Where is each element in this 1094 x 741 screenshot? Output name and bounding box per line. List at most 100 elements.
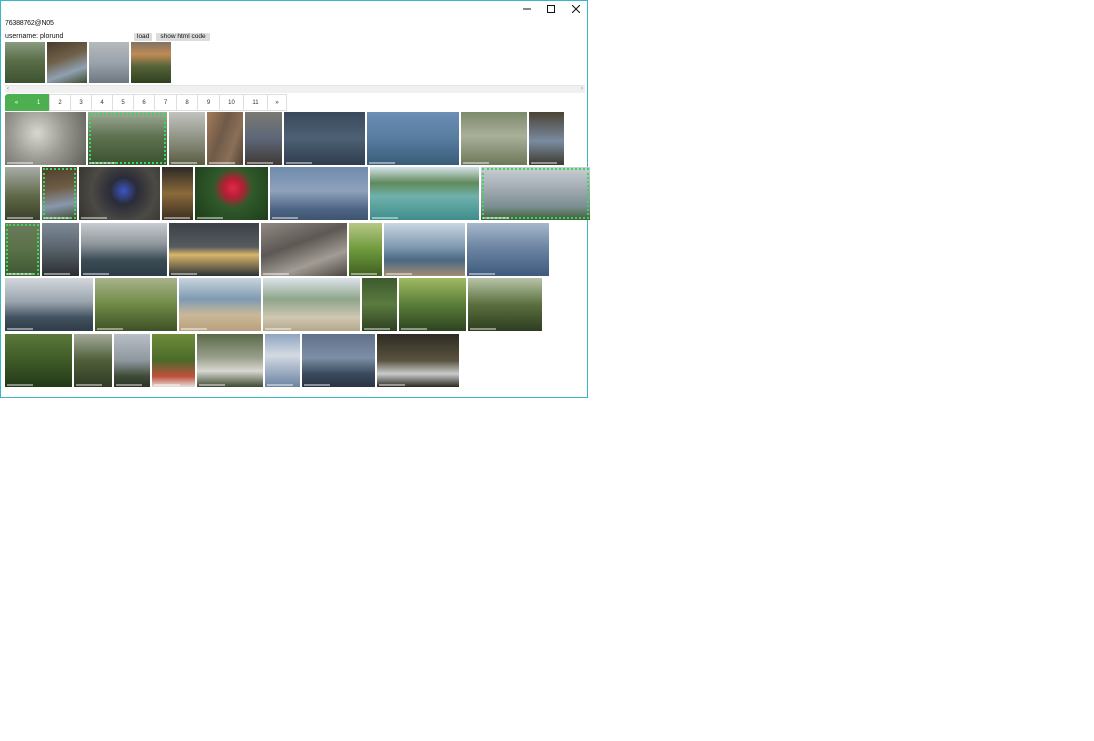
close-button[interactable] — [564, 2, 588, 16]
minimize-button[interactable] — [515, 2, 539, 16]
photo-caption-strip — [286, 162, 312, 164]
photo-caption-strip — [304, 384, 330, 386]
page-10[interactable]: 10 — [219, 94, 244, 111]
title-bar — [1, 1, 587, 17]
gallery-photo-person-sea[interactable] — [467, 223, 549, 276]
gallery-photo-sandy-beach[interactable] — [179, 278, 261, 331]
maximize-icon — [547, 5, 555, 13]
user-id-text: 76388762@N05 — [5, 20, 54, 27]
photo-caption-strip — [81, 217, 107, 219]
selected-photos-strip — [5, 42, 171, 83]
gallery-photo-sailboat-clouds[interactable] — [481, 167, 590, 220]
gallery-photo-tall-tree[interactable] — [5, 167, 40, 220]
photo-caption-strip — [263, 273, 289, 275]
gallery-photo-duck-water[interactable] — [284, 112, 365, 165]
page-prev[interactable]: « — [5, 94, 28, 111]
pagination: «1 2 3 4 5 6 7 8 9 10 11» — [5, 94, 287, 111]
gallery-photo-rock-crab[interactable] — [261, 223, 347, 276]
photo-caption-strip — [267, 384, 293, 386]
gallery-photo-birds-tree[interactable] — [468, 278, 542, 331]
photo-caption-strip — [97, 328, 123, 330]
horizontal-scrollbar[interactable]: ‹ › — [5, 85, 585, 93]
page-9[interactable]: 9 — [197, 94, 220, 111]
gallery-photo-coast-green[interactable] — [5, 223, 40, 276]
gallery-photo-child-forest[interactable] — [42, 167, 77, 220]
page-6[interactable]: 6 — [133, 94, 155, 111]
photo-caption-strip — [7, 328, 33, 330]
gallery-photo-whisky-bottle[interactable] — [162, 167, 193, 220]
gallery-photo-statue-forest[interactable] — [377, 334, 459, 387]
gallery-photo-parrot-branch[interactable] — [399, 278, 466, 331]
selected-photo-sea-sunset-boat[interactable] — [89, 42, 129, 83]
page-4[interactable]: 4 — [91, 94, 113, 111]
selected-photo-forest-sunset[interactable] — [131, 42, 171, 83]
gallery-photo-ducks-lake[interactable] — [367, 112, 459, 165]
close-icon — [572, 5, 580, 13]
gallery-photo-child-dark[interactable] — [529, 112, 564, 165]
gallery-photo-dusk-island[interactable] — [302, 334, 375, 387]
gallery-photo-stormy-waves[interactable] — [5, 278, 93, 331]
gallery-photo-grey-sky[interactable] — [114, 334, 150, 387]
page-7[interactable]: 7 — [154, 94, 177, 111]
app-window: 76388762@N05 username: plorund load show… — [0, 0, 590, 398]
gallery-photo-coconut-palm[interactable] — [95, 278, 177, 331]
photo-caption-strip — [83, 273, 109, 275]
page-1[interactable]: 1 — [27, 94, 50, 111]
gallery-photo-field-trees[interactable] — [169, 112, 205, 165]
gallery-photo-bird-roof[interactable] — [197, 334, 263, 387]
gallery-photo-garden-post[interactable] — [362, 278, 397, 331]
gallery-photo-rocky-sunset[interactable] — [42, 223, 79, 276]
scroll-right-icon[interactable]: › — [579, 86, 585, 93]
gallery-photo-blue-flowers[interactable] — [79, 167, 160, 220]
show-html-code-button[interactable]: show html code — [156, 33, 210, 41]
photo-caption-strip — [199, 384, 225, 386]
selected-photo-palm-forest[interactable] — [5, 42, 45, 83]
gallery-photo-cloud-sky[interactable] — [265, 334, 300, 387]
gallery-photo-jungle-monkey[interactable] — [5, 334, 72, 387]
photo-caption-strip — [247, 162, 273, 164]
photo-caption-strip — [171, 273, 197, 275]
page-2[interactable]: 2 — [49, 94, 71, 111]
photo-caption-strip — [463, 162, 489, 164]
photo-caption-strip — [181, 328, 207, 330]
photo-caption-strip — [470, 328, 496, 330]
photo-caption-strip — [372, 217, 398, 219]
page-next[interactable]: » — [267, 94, 287, 111]
gallery-photo-banana-leaves[interactable] — [349, 223, 382, 276]
gallery-photo-island-sea[interactable] — [81, 223, 167, 276]
gallery-photo-green-bay[interactable] — [370, 167, 479, 220]
gallery-photo-monkey-tree[interactable] — [74, 334, 112, 387]
gallery-photo-palm-beach[interactable] — [263, 278, 360, 331]
gallery-photo-reflection-lake[interactable] — [461, 112, 527, 165]
photo-caption-strip — [531, 162, 557, 164]
photo-caption-strip — [7, 384, 33, 386]
gallery-photo-cloudy-sea[interactable] — [270, 167, 368, 220]
gallery-photo-white-blossoms[interactable] — [5, 112, 86, 165]
gallery-photo-beach-waves[interactable] — [384, 223, 465, 276]
photo-caption-strip — [272, 217, 298, 219]
gallery-photo-tree-bark[interactable] — [207, 112, 243, 165]
gallery-photo-palm-forest[interactable] — [88, 112, 167, 165]
page-11[interactable]: 11 — [243, 94, 268, 111]
photo-caption-strip — [44, 217, 70, 219]
photo-caption-strip — [401, 328, 427, 330]
page-8[interactable]: 8 — [176, 94, 198, 111]
page-3[interactable]: 3 — [70, 94, 92, 111]
photo-caption-strip — [44, 273, 70, 275]
photo-caption-strip — [351, 273, 377, 275]
load-button[interactable]: load — [134, 33, 152, 41]
maximize-button[interactable] — [539, 2, 563, 16]
page-5[interactable]: 5 — [112, 94, 134, 111]
gallery-photo-red-roof[interactable] — [152, 334, 195, 387]
photo-caption-strip — [469, 273, 495, 275]
photo-caption-strip — [265, 328, 291, 330]
photo-caption-strip — [379, 384, 405, 386]
photo-caption-strip — [483, 217, 509, 219]
gallery-photo-dark-horizon[interactable] — [169, 223, 259, 276]
selected-photo-child-forest[interactable] — [47, 42, 87, 83]
gallery-photo-red-hibiscus[interactable] — [195, 167, 268, 220]
gallery-photo-family-portrait[interactable] — [245, 112, 282, 165]
username-label: username: plorund — [5, 33, 64, 40]
photo-caption-strip — [164, 217, 190, 219]
scroll-left-icon[interactable]: ‹ — [5, 86, 11, 93]
